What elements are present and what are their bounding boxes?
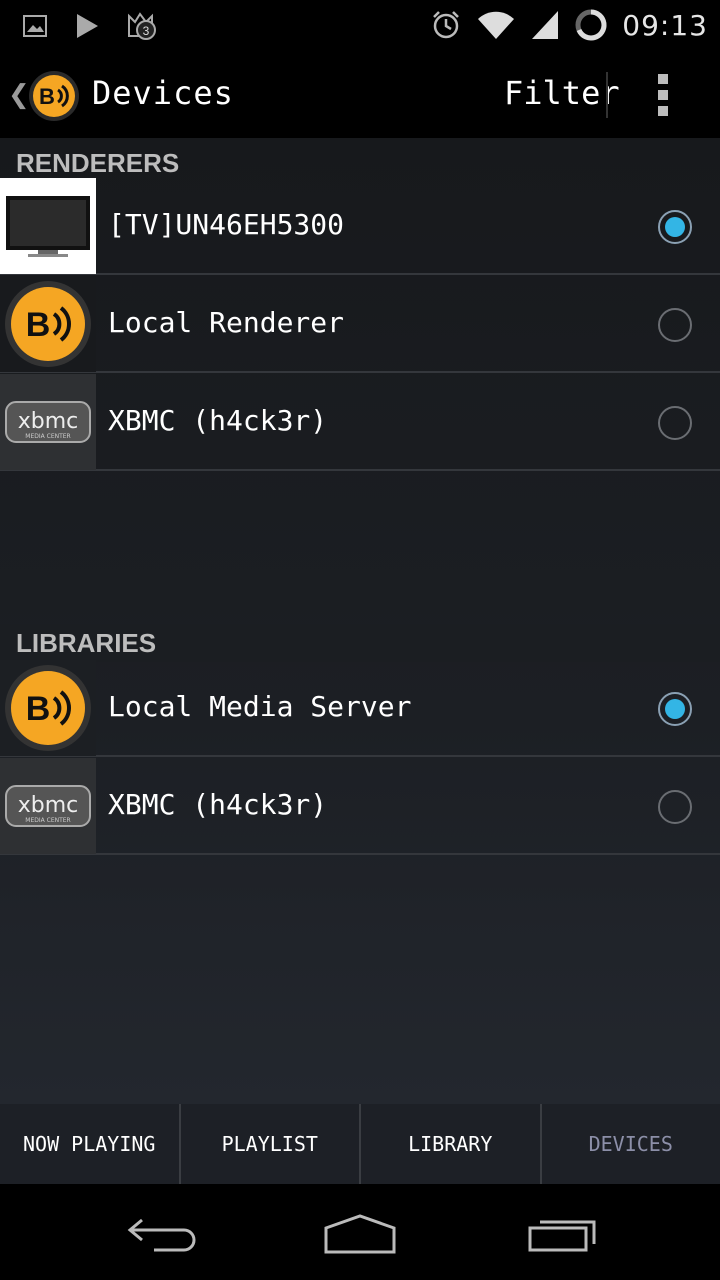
xbmc-logo-icon: xbmc MEDIA CENTER (0, 374, 96, 470)
library-radio-selected[interactable] (658, 692, 692, 726)
wifi-icon (478, 11, 515, 39)
tab-now-playing[interactable]: NOW PLAYING (0, 1104, 181, 1184)
svg-text:MEDIA CENTER: MEDIA CENTER (25, 433, 70, 440)
renderer-radio-selected[interactable] (658, 210, 692, 244)
signal-icon (532, 11, 559, 39)
svg-text:xbmc: xbmc (18, 409, 79, 434)
svg-text:B: B (26, 306, 51, 344)
status-time: 09:13 (622, 8, 708, 42)
library-item-xbmc[interactable]: xbmc MEDIA CENTER XBMC (h4ck3r) (0, 758, 720, 855)
overflow-menu-icon[interactable] (658, 74, 670, 116)
renderer-label: Local Renderer (108, 306, 345, 339)
sync-ring-icon (575, 9, 607, 41)
action-bar: ❮ B Devices Filter (0, 50, 720, 138)
svg-text:MEDIA CENTER: MEDIA CENTER (25, 817, 70, 824)
renderer-radio[interactable] (658, 308, 692, 342)
back-chevron-icon[interactable]: ❮ (8, 80, 30, 110)
bottom-tab-bar: NOW PLAYING PLAYLIST LIBRARY DEVICES (0, 1104, 720, 1184)
cat-notification-icon: 3 (128, 12, 156, 40)
tab-playlist[interactable]: PLAYLIST (181, 1104, 361, 1184)
library-item-local[interactable]: B Local Media Server (0, 660, 720, 757)
page-title: Devices (92, 74, 234, 112)
library-label: XBMC (h4ck3r) (108, 788, 328, 821)
library-label: Local Media Server (108, 690, 412, 723)
logo-letter: B (39, 84, 55, 109)
filter-button[interactable]: Filter (504, 74, 620, 112)
svg-text:xbmc: xbmc (18, 793, 79, 818)
devices-content: RENDERERS [TV]UN46EH5300 B Local Rendere… (0, 138, 720, 1104)
bubbleupnp-logo-icon: B (0, 660, 96, 756)
svg-text:B: B (26, 690, 51, 728)
app-logo-icon[interactable]: B (28, 70, 80, 122)
tv-icon (0, 178, 96, 274)
renderer-item-tv[interactable]: [TV]UN46EH5300 (0, 178, 720, 275)
home-nav-icon[interactable] (322, 1212, 398, 1256)
tab-library[interactable]: LIBRARY (361, 1104, 542, 1184)
library-radio[interactable] (658, 790, 692, 824)
notification-count: 3 (143, 24, 150, 38)
section-header-libraries: LIBRARIES (0, 624, 720, 662)
back-nav-icon[interactable] (124, 1214, 196, 1254)
tab-devices[interactable]: DEVICES (542, 1104, 720, 1184)
status-bar: 3 09:13 (0, 0, 720, 50)
bubbleupnp-logo-icon: B (0, 276, 96, 372)
renderer-radio[interactable] (658, 406, 692, 440)
renderer-item-local[interactable]: B Local Renderer (0, 276, 720, 373)
recents-nav-icon[interactable] (526, 1214, 598, 1254)
renderer-item-xbmc[interactable]: xbmc MEDIA CENTER XBMC (h4ck3r) (0, 374, 720, 471)
image-icon (23, 15, 47, 37)
system-nav-bar (0, 1184, 720, 1280)
action-divider (606, 72, 608, 118)
renderer-label: [TV]UN46EH5300 (108, 208, 345, 241)
play-icon (77, 14, 98, 38)
xbmc-logo-icon: xbmc MEDIA CENTER (0, 758, 96, 854)
renderer-label: XBMC (h4ck3r) (108, 404, 328, 437)
alarm-icon (433, 11, 460, 39)
